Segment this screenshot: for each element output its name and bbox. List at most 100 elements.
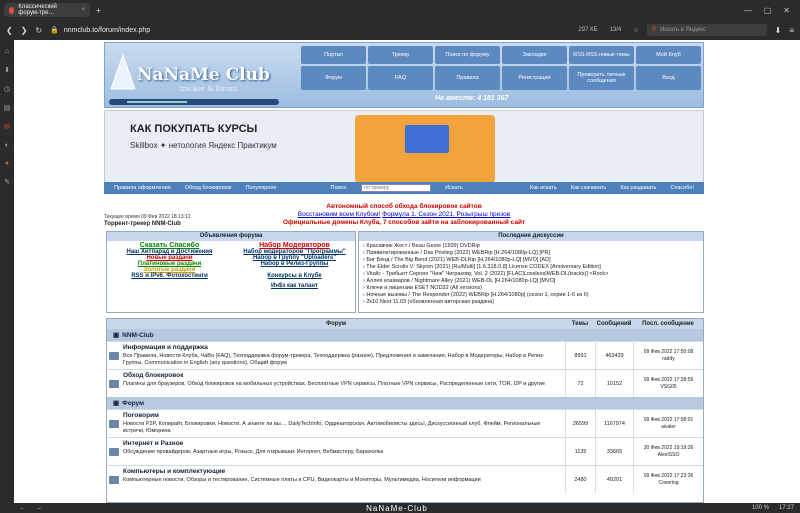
menu-item[interactable]: Проверить личные сообщения <box>569 65 634 90</box>
nav-bypass[interactable]: Обход блокировок <box>185 185 232 191</box>
announce-link[interactable]: RSS и IPv6. Фотохостинги <box>107 273 232 279</box>
discussion-item[interactable]: › Ночные вызовы / The Responder (2022) W… <box>363 292 699 299</box>
col-forum: Форум <box>325 321 347 327</box>
notice-link[interactable]: Официальные домены Клуба <box>283 219 379 226</box>
tab-title: Классический форум-тре… <box>18 4 57 16</box>
discussion-item[interactable]: › 2k10 Next 11.03 (обновленная авторская… <box>363 299 699 306</box>
menu-item[interactable]: Поиск по форуму <box>435 46 500 64</box>
reload-icon[interactable]: ↻ <box>35 26 42 35</box>
ad-screen <box>405 125 449 153</box>
forum-row[interactable]: Компьютеры и комплектующие Компьютерные н… <box>107 465 703 493</box>
tracker-search-input[interactable] <box>361 184 432 192</box>
search-button[interactable]: Искать <box>445 185 463 191</box>
mail-icon[interactable]: ✉ <box>4 123 10 131</box>
col-topics: Темы <box>571 321 589 327</box>
current-time: Текущее время 09 Фев 2022 18:13:12 <box>104 214 191 220</box>
forum-row[interactable]: Интернет и Разное Обсуждение провайдеров,… <box>107 437 703 465</box>
nav-how-search[interactable]: Как искать <box>530 185 557 191</box>
menu-item[interactable]: Портал <box>301 46 366 64</box>
shield-icon[interactable]: ● <box>5 160 9 167</box>
browser-tab[interactable]: Классический форум-тре… × <box>4 3 90 17</box>
col-last: Посл. сообщение <box>642 321 694 327</box>
new-tab-button[interactable]: + <box>96 6 101 15</box>
bookmark-icon[interactable]: ☆ <box>633 27 638 34</box>
zoom-level[interactable]: 100 % <box>752 505 769 511</box>
collections-icon[interactable]: ▤ <box>4 104 11 112</box>
discussion-item[interactable]: › Биг Бенд / The Big Bend (2021) WEB-DLR… <box>363 257 699 264</box>
header-menu: Портал Трекер Поиск по форуму Закладки R… <box>301 46 701 90</box>
site-header: NaNaMe Club tracker & forum Портал Треке… <box>104 42 704 108</box>
minimize-icon[interactable]: — <box>744 6 752 15</box>
notice-link[interactable]: Формула 1. Сезон 2021. Розыгрыш призов <box>382 211 510 218</box>
url-text: nnmclub.to/forum/index.php <box>63 26 151 34</box>
menu-item[interactable]: Мой Клуб <box>636 46 701 64</box>
menu-icon[interactable]: ≡ <box>789 26 794 35</box>
audio-player[interactable] <box>109 99 279 105</box>
browser-search-input[interactable]: Я Искать в Яндекс <box>646 24 767 36</box>
menu-item[interactable]: Правила <box>435 65 500 90</box>
menu-item[interactable]: Форум <box>301 65 366 90</box>
back-nav-icon[interactable]: ← <box>20 505 26 511</box>
back-icon[interactable]: ❮ <box>6 26 13 35</box>
forum-table: Форум Темы Сообщений Посл. сообщение ▣ N… <box>106 318 704 503</box>
status-bar: ← → NaNaMe-Club 100 % 17:27 <box>14 503 800 513</box>
folder-icon <box>109 447 119 456</box>
address-bar[interactable]: 🔒 nnmclub.to/forum/index.php <box>50 26 570 35</box>
notice-link[interactable]: 7 способов зайти на заблокированный сайт <box>383 219 525 226</box>
announce-link[interactable]: Набор Модераторов <box>232 242 357 249</box>
col-posts: Сообщений <box>596 321 632 327</box>
discussion-item[interactable]: › The Elder Scrolls V: Skyrim (2021) [Ru… <box>363 264 699 271</box>
notes-icon[interactable]: ✎ <box>4 178 10 186</box>
tree-icon <box>110 53 136 90</box>
forum-row[interactable]: Обход блокировок Плагины для браузеров, О… <box>107 369 703 397</box>
menu-item[interactable]: Вход <box>636 65 701 90</box>
nav-how-download[interactable]: Как скачивать <box>571 185 607 191</box>
site-logo[interactable]: NaNaMe Club tracker & forum <box>109 47 299 97</box>
menu-item[interactable]: Трекер <box>368 46 433 64</box>
yandex-icon: Я <box>651 27 656 33</box>
discussion-item[interactable]: › Привилегированные / Das Privileg (2022… <box>363 250 699 257</box>
menu-item[interactable]: Регистрация <box>502 65 567 90</box>
page: NaNaMe Club tracker & forum Портал Треке… <box>14 40 800 503</box>
zen-icon[interactable]: ◐ <box>5 142 9 149</box>
nav-rules[interactable]: Правила оформления <box>114 185 171 191</box>
close-tab-icon[interactable]: × <box>81 7 85 13</box>
discussion-item[interactable]: › Ключи и лицензии ESET NOD32 (All versi… <box>363 285 699 292</box>
menu-item[interactable]: FAQ <box>368 65 433 90</box>
browser-sidebar: ⌂ ⬇ ◷ ▤ ✉ ◐ ● ✎ <box>0 40 14 513</box>
downloads-icon[interactable]: ⬇ <box>4 66 10 74</box>
notice-link[interactable]: Восстановим всем Клубом! <box>298 211 381 218</box>
menu-item[interactable]: RSS RSS новые темы <box>569 46 634 64</box>
home-icon[interactable]: ⌂ <box>5 48 9 55</box>
page-size: 297 КБ <box>578 27 598 33</box>
notice-block: Автономный способ обхода блокировок сайт… <box>214 203 594 227</box>
menu-item[interactable]: Закладки <box>502 46 567 64</box>
forum-row[interactable]: Информация и поддержка Все Правила, Новос… <box>107 341 703 369</box>
discussions-box: Последние дискуссии › Красавчик Жест / B… <box>358 231 704 313</box>
nav-how-seed[interactable]: Как раздавать <box>620 185 656 191</box>
discussion-item[interactable]: › Аллея кошмаров / Nightmare Alley (2021… <box>363 278 699 285</box>
maximize-icon[interactable]: ▢ <box>764 6 772 15</box>
announce-link[interactable]: Сказать Спасибо <box>107 242 232 249</box>
download-icon[interactable]: ⬇ <box>775 26 782 35</box>
discussion-item[interactable]: › Vitalic - Трибьют Сергею "Чиж" Чиграко… <box>363 271 699 278</box>
discussion-item[interactable]: › Красавчик Жест / Beau Geste (1939) DVD… <box>363 243 699 250</box>
folder-icon <box>109 379 119 388</box>
history-icon[interactable]: ◷ <box>4 85 10 93</box>
tab-counter: 13/4 <box>609 27 622 33</box>
window-close-icon[interactable]: ✕ <box>783 6 790 15</box>
forward-nav-icon[interactable]: → <box>36 505 42 511</box>
category-header[interactable]: ▣ NNM-Club <box>107 329 703 341</box>
nav-thanks[interactable]: Спасибо! <box>670 185 694 191</box>
announcements-box: Объявления форума Сказать Спасибо Наш Хи… <box>106 231 356 313</box>
notice-link[interactable]: Автономный способ обхода блокировок сайт… <box>214 203 594 211</box>
announce-link[interactable]: Конкурсы в Клубе <box>232 273 357 279</box>
category-header[interactable]: ▣ Форум <box>107 397 703 409</box>
nav-popular[interactable]: Популярное <box>245 185 276 191</box>
forum-row[interactable]: Поговорим Новости P2P, Копирайт, Блокиров… <box>107 409 703 437</box>
announce-link[interactable]: Набор в Релиз-Группы <box>232 261 357 267</box>
forward-icon[interactable]: ❯ <box>21 26 28 35</box>
folder-icon <box>109 419 119 428</box>
announce-link[interactable]: Ин$з как талант <box>232 283 357 289</box>
ad-banner[interactable]: КАК ПОКУПАТЬ КУРСЫ Skillbox ✦ нетология … <box>104 110 704 186</box>
